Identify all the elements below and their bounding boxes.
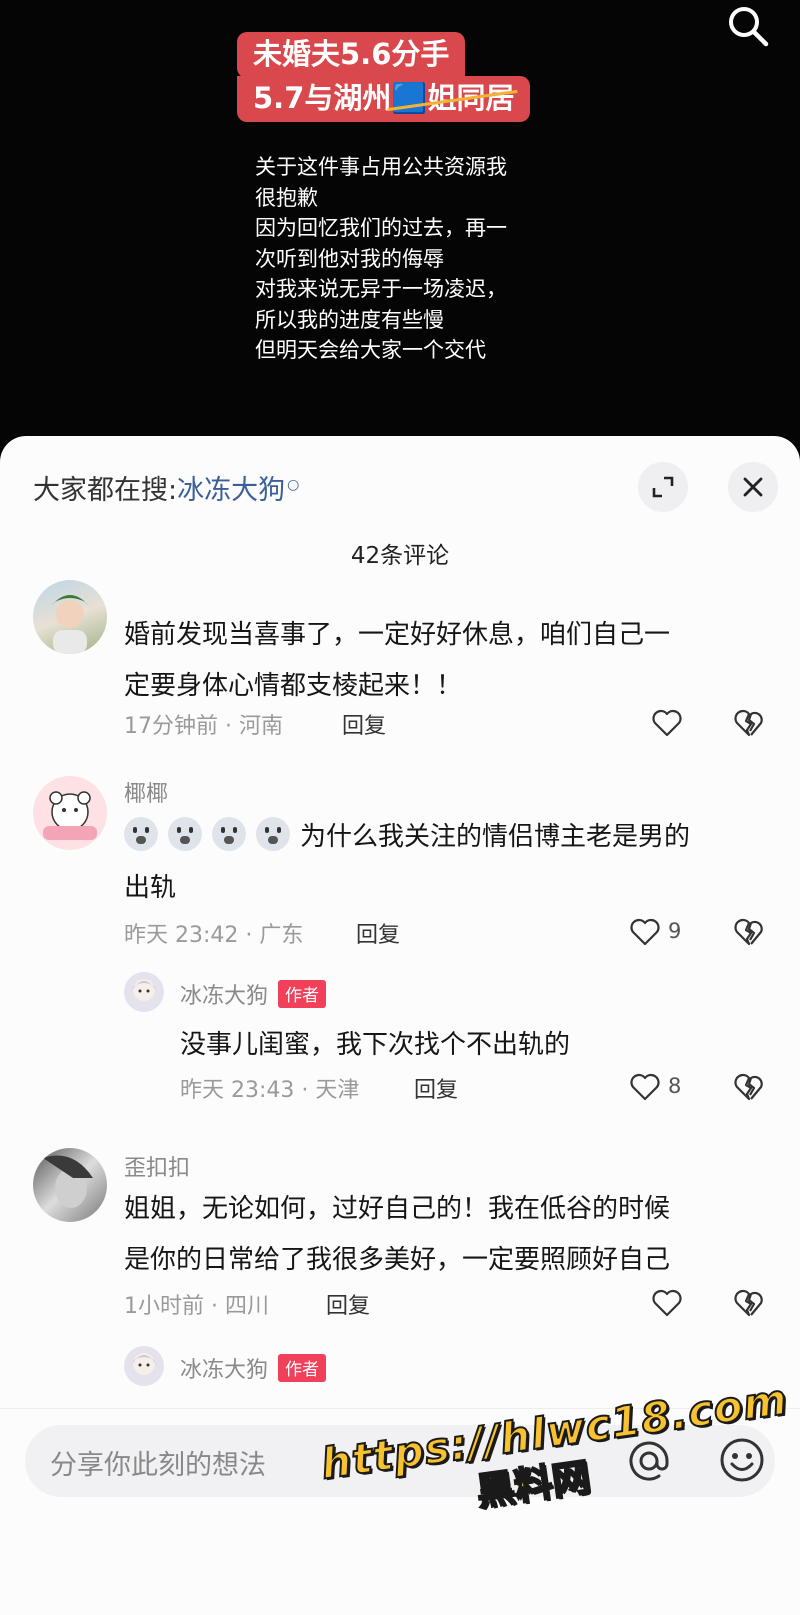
comment-text-line: 姐姐，无论如何，过好自己的！我在低谷的时候 <box>124 1194 671 1224</box>
avatar-image <box>131 979 157 1001</box>
sheet-header: 大家都在搜:冰冻大狗 ○ 42条评论 <box>0 436 800 586</box>
shocked-emoji-icon <box>124 817 158 851</box>
video-area[interactable]: 未婚夫5.6分手 5.7与湖州🟦姐同居 关于这件事占用公共资源我 很抱歉 因为回… <box>0 0 800 450</box>
comment-count: 42条评论 <box>350 543 450 569</box>
close-icon <box>743 477 763 497</box>
broken-heart-icon[interactable] <box>732 1070 766 1104</box>
comment-username[interactable]: 椰椰 <box>124 776 168 808</box>
video-title-line2-struck: 🟦姐同居 <box>391 81 515 115</box>
reply-button[interactable]: 回复 <box>326 1288 370 1320</box>
video-caption: 关于这件事占用公共资源我 很抱歉 因为回忆我们的过去，再一 次听到他对我的侮辱 … <box>255 155 507 362</box>
heart-icon[interactable] <box>628 915 662 949</box>
reply-button[interactable]: 回复 <box>356 917 400 949</box>
like-count: 9 <box>668 919 682 943</box>
heart-icon[interactable] <box>650 706 684 740</box>
comment-text-fragment: 为什么我关注的情侣博主老是男的 <box>300 822 691 852</box>
avatar[interactable] <box>33 776 107 850</box>
video-title-line2: 5.7与湖州🟦姐同居 <box>237 76 531 122</box>
avatar[interactable] <box>33 1148 107 1222</box>
avatar-image <box>43 791 97 840</box>
close-button[interactable] <box>728 462 778 512</box>
reply-meta: 昨天 23:43 · 天津 <box>180 1078 360 1103</box>
comment-text-line: 出轨 <box>124 873 177 903</box>
avatar-image <box>43 1155 93 1208</box>
shocked-emoji-icon <box>168 817 202 851</box>
search-icon[interactable] <box>726 4 770 48</box>
comment-meta: 昨天 23:42 · 广东 <box>124 923 304 948</box>
avatar[interactable] <box>33 580 107 654</box>
comment-text-line: 定要身体心情都支棱起来！！ <box>124 671 463 701</box>
reply-button[interactable]: 回复 <box>414 1072 458 1104</box>
broken-heart-icon[interactable] <box>732 915 766 949</box>
avatar-image <box>131 1353 157 1375</box>
author-badge: 作者 <box>278 1354 327 1382</box>
like-count: 8 <box>668 1074 682 1098</box>
avatar[interactable] <box>124 1346 164 1386</box>
comment-text-line: 婚前发现当喜事了，一定好好休息，咱们自己一 <box>124 620 671 650</box>
comment-text: 婚前发现当喜事了，一定好好休息，咱们自己一 定要身体心情都支棱起来！！ <box>124 610 670 712</box>
avatar[interactable] <box>124 972 164 1012</box>
trending-search[interactable]: 大家都在搜:冰冻大狗 ○ <box>33 468 299 507</box>
broken-heart-icon[interactable] <box>732 1286 766 1320</box>
reply-username-text[interactable]: 冰冻大狗 <box>180 1358 268 1383</box>
expand-button[interactable] <box>638 462 688 512</box>
shocked-emoji-icon <box>212 817 246 851</box>
comment-username[interactable]: 歪扣扣 <box>124 1150 190 1182</box>
reply-username: 冰冻大狗 作者 <box>180 978 327 1010</box>
trending-keyword[interactable]: 冰冻大狗 <box>177 475 285 506</box>
broken-heart-icon[interactable] <box>732 706 766 740</box>
video-title-card: 未婚夫5.6分手 5.7与湖州🟦姐同居 <box>237 32 531 122</box>
reply-text: 没事儿闺蜜，我下次找个不出轨的 <box>180 1030 571 1060</box>
comment-text: 姐姐，无论如何，过好自己的！我在低谷的时候 是你的日常给了我很多美好，一定要照顾… <box>124 1184 670 1286</box>
video-title-line1: 未婚夫5.6分手 <box>237 32 466 78</box>
trending-label: 大家都在搜: <box>33 475 178 506</box>
expand-icon <box>652 476 674 498</box>
heart-icon[interactable] <box>628 1070 662 1104</box>
avatar-image <box>51 595 89 654</box>
heart-icon[interactable] <box>650 1286 684 1320</box>
reply-button[interactable]: 回复 <box>342 708 386 740</box>
comment-text-line: 是你的日常给了我很多美好，一定要照顾好自己 <box>124 1245 671 1275</box>
comment-text: 为什么我关注的情侣博主老是男的 出轨 <box>124 812 690 914</box>
comment-meta: 1小时前 · 四川 <box>124 1294 269 1319</box>
small-search-icon: ○ <box>287 477 300 493</box>
author-badge: 作者 <box>278 980 327 1008</box>
reply-username: 冰冻大狗 作者 <box>180 1352 327 1384</box>
shocked-emoji-icon <box>256 817 290 851</box>
comment-input-placeholder: 分享你此刻的想法 <box>50 1450 266 1481</box>
comment-list[interactable]: 婚前发现当喜事了，一定好好休息，咱们自己一 定要身体心情都支棱起来！！ 17分钟… <box>0 578 800 1446</box>
reply-username-text[interactable]: 冰冻大狗 <box>180 984 268 1009</box>
video-title-line2-prefix: 5.7与湖州 <box>253 81 392 115</box>
comment-text-line: 为什么我关注的情侣博主老是男的 <box>124 812 690 863</box>
comment-meta: 17分钟前 · 河南 <box>124 714 283 739</box>
